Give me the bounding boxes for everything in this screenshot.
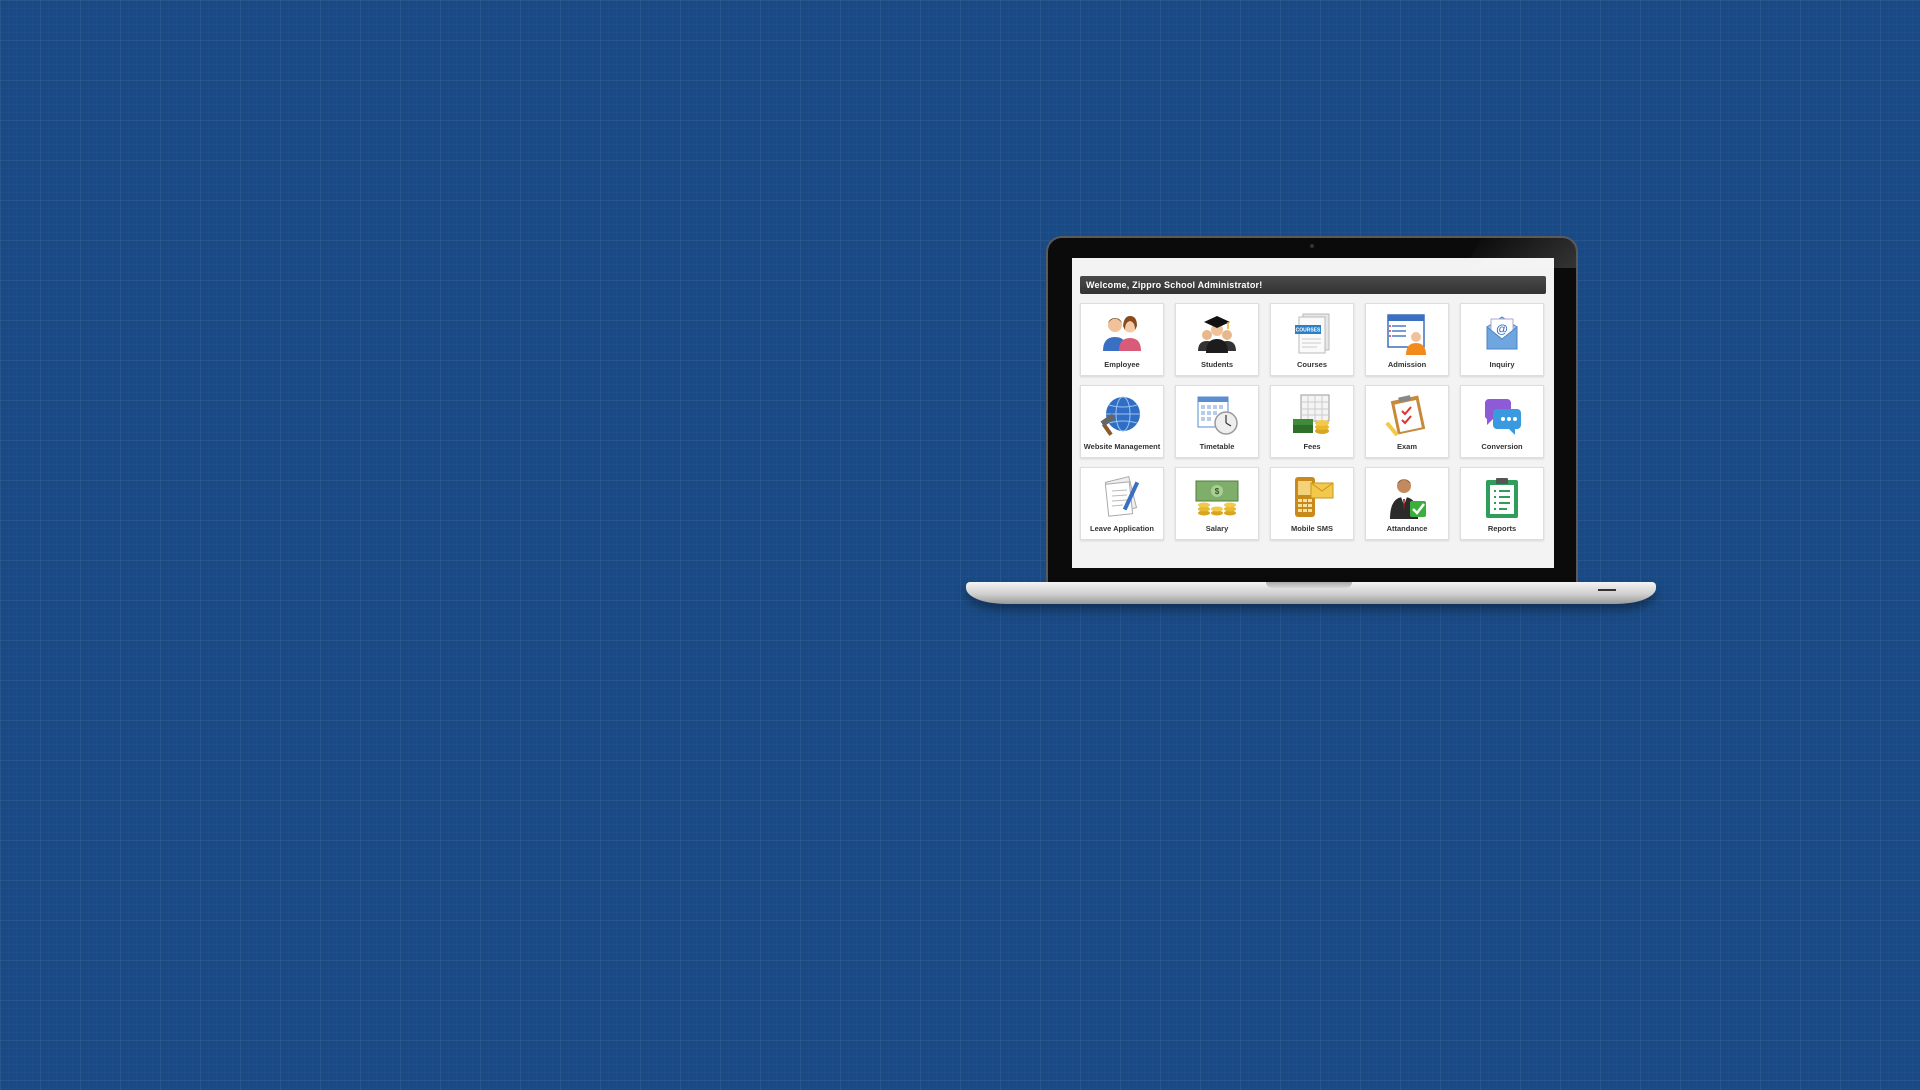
module-tile-salary[interactable]: $ Salary [1175,467,1259,540]
reports-icon [1486,478,1518,518]
module-tile-admission[interactable]: Admission [1365,303,1449,376]
website-management-icon [1100,396,1140,436]
module-label: Fees [1303,442,1321,451]
attendance-icon [1390,479,1426,519]
timetable-icon [1197,396,1238,435]
laptop-mockup: Welcome, Zippro School Administrator! Em… [966,232,1656,612]
webcam [1310,244,1314,248]
module-tile-leave-application[interactable]: Leave Application [1080,467,1164,540]
module-tile-timetable[interactable]: Timetable [1175,385,1259,458]
courses-icon: COURSES [1295,313,1330,354]
module-tile-website-management[interactable]: Website Management [1080,385,1164,458]
module-label: Employee [1104,360,1140,369]
module-tile-students[interactable]: Students [1175,303,1259,376]
module-label: Courses [1296,360,1327,369]
laptop-base [966,582,1656,604]
module-label: Admission [1387,360,1427,369]
module-label: Leave Application [1090,524,1154,533]
module-tile-reports[interactable]: Reports [1460,467,1544,540]
welcome-header: Welcome, Zippro School Administrator! [1080,276,1546,294]
module-tile-inquiry[interactable]: @ Inquiry [1460,303,1544,376]
module-tile-employee[interactable]: Employee [1080,303,1164,376]
module-label: Mobile SMS [1290,524,1334,533]
courses-badge-text: COURSES [1296,328,1321,334]
exam-icon [1385,395,1426,437]
module-tile-attandance[interactable]: Attandance [1365,467,1449,540]
module-tile-mobile-sms[interactable]: Mobile SMS [1270,467,1354,540]
mobile-sms-icon [1295,477,1334,517]
module-label: Conversion [1481,442,1523,451]
students-icon [1198,316,1236,353]
module-label: Attandance [1386,524,1428,533]
laptop-bezel: Welcome, Zippro School Administrator! Em… [1046,236,1578,584]
module-label: Reports [1487,524,1517,533]
module-label: Exam [1396,442,1417,451]
module-tile-fees[interactable]: Fees [1270,385,1354,458]
module-tile-exam[interactable]: Exam [1365,385,1449,458]
fees-icon [1293,394,1330,434]
module-grid: Employee Students COURSES Courses Admiss… [1080,303,1546,540]
module-label: Website Management [1083,442,1161,451]
module-label: Inquiry [1489,360,1515,369]
module-tile-courses[interactable]: COURSES Courses [1270,303,1354,376]
employee-icon [1103,316,1141,351]
laptop-screen: Welcome, Zippro School Administrator! Em… [1072,258,1554,568]
module-label: Salary [1205,524,1229,533]
inquiry-icon: @ [1486,316,1518,350]
svg-text:@: @ [1496,322,1508,336]
module-tile-conversion[interactable]: Conversion [1460,385,1544,458]
admission-icon [1387,314,1426,355]
module-label: Timetable [1199,442,1235,451]
conversion-icon [1484,399,1521,435]
laptop-opening-notch [1266,582,1352,588]
leave-application-icon [1104,475,1140,517]
salary-icon: $ [1195,480,1239,516]
module-label: Students [1200,360,1234,369]
laptop-indicator-led [1598,589,1616,591]
svg-text:$: $ [1215,487,1220,496]
